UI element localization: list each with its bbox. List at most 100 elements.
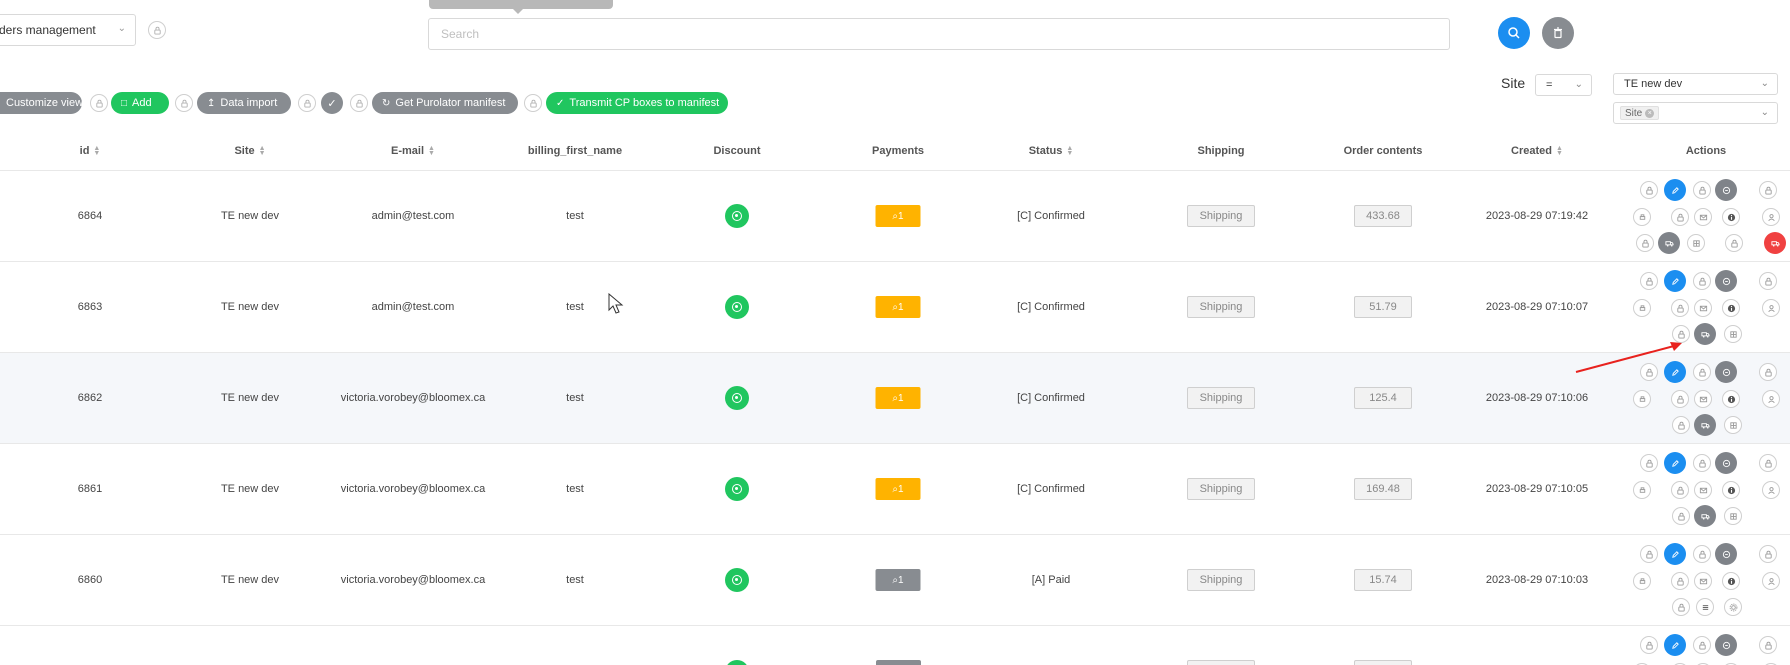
close-icon[interactable]: × [1645,108,1655,118]
edit-icon[interactable] [1664,270,1686,292]
shipping-button[interactable]: Shipping [1187,478,1255,500]
comment-icon[interactable] [1715,270,1737,292]
shipping-button[interactable]: Shipping [1187,205,1255,227]
info-icon[interactable] [1722,299,1740,317]
table-row[interactable]: 6861 TE new dev victoria.vorobey@bloomex.c… [0,444,1790,535]
lock-icon[interactable] [1693,272,1711,290]
user-icon[interactable] [1762,572,1780,590]
print-icon[interactable] [1633,572,1651,590]
lock-icon[interactable] [298,94,316,112]
comment-icon[interactable] [1715,543,1737,565]
box-icon[interactable] [1724,507,1742,525]
print-icon[interactable] [1633,299,1651,317]
lock-icon[interactable] [1759,454,1777,472]
lock-icon[interactable] [1759,272,1777,290]
lock-icon[interactable] [1693,363,1711,381]
table-row[interactable]: 6862 TE new dev victoria.vorobey@bloomex.c… [0,353,1790,444]
lock-icon[interactable] [1671,481,1689,499]
edit-icon[interactable] [1664,634,1686,656]
payments-badge[interactable]: ⌕ 1 [875,205,921,227]
shipping-button[interactable] [1187,660,1255,665]
lock-icon[interactable] [1640,181,1658,199]
user-icon[interactable] [1762,299,1780,317]
truck-icon[interactable] [1694,505,1716,527]
user-icon[interactable] [1762,481,1780,499]
comment-icon[interactable] [1715,634,1737,656]
data-import-button[interactable]: ↥ Data import [197,92,291,114]
user-icon[interactable] [1762,208,1780,226]
shipping-button[interactable]: Shipping [1187,387,1255,409]
truck-icon[interactable] [1694,323,1716,345]
transmit-cp-boxes-button[interactable]: ✓ Transmit CP boxes to manifest [546,92,728,114]
print-icon[interactable] [1633,390,1651,408]
print-icon[interactable] [1633,481,1651,499]
sort-icon[interactable]: ▲ ▼ [259,145,266,157]
mail-icon[interactable] [1694,208,1712,226]
info-icon[interactable] [1722,572,1740,590]
payments-badge[interactable] [876,660,921,665]
sort-icon[interactable]: ▲ ▼ [1066,145,1073,157]
info-icon[interactable] [1722,481,1740,499]
lock-icon[interactable] [1759,181,1777,199]
search-input[interactable] [428,18,1450,50]
discount-icon[interactable] [725,204,749,228]
get-purolator-manifest-button[interactable]: ↻ Get Purolator manifest [372,92,518,114]
site-value-select[interactable]: TE new dev ⌄ [1613,73,1778,95]
info-icon[interactable] [1722,390,1740,408]
sort-icon[interactable]: ▲ ▼ [93,145,100,157]
discount-icon[interactable] [725,386,749,410]
lock-icon[interactable] [1759,545,1777,563]
search-button[interactable] [1498,17,1530,49]
payments-badge[interactable]: ⌕ 1 [875,478,921,500]
payments-badge[interactable]: ⌕ 1 [875,296,921,318]
lock-icon[interactable] [1671,390,1689,408]
edit-icon[interactable] [1664,179,1686,201]
order-contents-button[interactable]: 125.4 [1354,387,1412,409]
mail-icon[interactable] [1694,481,1712,499]
user-icon[interactable] [1762,390,1780,408]
lock-icon[interactable] [175,94,193,112]
table-row[interactable] [0,626,1790,665]
box-icon[interactable] [1724,416,1742,434]
table-row[interactable]: 6860 TE new dev victoria.vorobey@bloomex.c… [0,535,1790,626]
discount-icon[interactable] [725,477,749,501]
lock-icon[interactable] [524,94,542,112]
comment-icon[interactable] [1715,452,1737,474]
column-header-site[interactable]: Site ▲ ▼ [234,145,265,157]
shipping-button[interactable]: Shipping [1187,569,1255,591]
clear-button[interactable] [1542,17,1574,49]
payments-badge[interactable]: ⌕ 1 [875,569,921,591]
table-row[interactable]: 6863 TE new dev admin@test.com test ⌕ 1 [C] C… [0,262,1790,353]
lock-icon[interactable] [1636,234,1654,252]
shipping-button[interactable]: Shipping [1187,296,1255,318]
truck-icon[interactable] [1658,232,1680,254]
lock-icon[interactable] [1693,454,1711,472]
lock-icon[interactable] [1759,636,1777,654]
mail-icon[interactable] [1694,572,1712,590]
truck-icon[interactable] [1694,414,1716,436]
lock-icon[interactable] [1693,545,1711,563]
info-icon[interactable] [1722,208,1740,226]
comment-icon[interactable] [1715,361,1737,383]
mail-icon[interactable] [1694,299,1712,317]
order-contents-button[interactable] [1354,660,1412,665]
lock-icon[interactable] [1672,416,1690,434]
table-row[interactable]: 6864 TE new dev admin@test.com test ⌕ 1 [C] C… [0,171,1790,262]
lock-icon[interactable] [148,21,166,39]
lock-icon[interactable] [1640,454,1658,472]
lock-icon[interactable] [1640,636,1658,654]
lock-icon[interactable] [1693,636,1711,654]
module-select[interactable]: ders management ⌄ [0,14,136,46]
lock-icon[interactable] [1671,299,1689,317]
sort-icon[interactable]: ▲ ▼ [1556,145,1563,157]
comment-icon[interactable] [1715,179,1737,201]
discount-icon[interactable] [725,568,749,592]
edit-icon[interactable] [1664,452,1686,474]
lock-icon[interactable] [1759,363,1777,381]
add-button[interactable]: □ Add [111,92,169,114]
site-operator-select[interactable]: = ⌄ [1535,74,1592,96]
column-header-e-mail[interactable]: E-mail ▲ ▼ [391,145,435,157]
list-icon[interactable] [1696,598,1714,616]
order-contents-button[interactable]: 169.48 [1354,478,1412,500]
lock-icon[interactable] [1672,598,1690,616]
